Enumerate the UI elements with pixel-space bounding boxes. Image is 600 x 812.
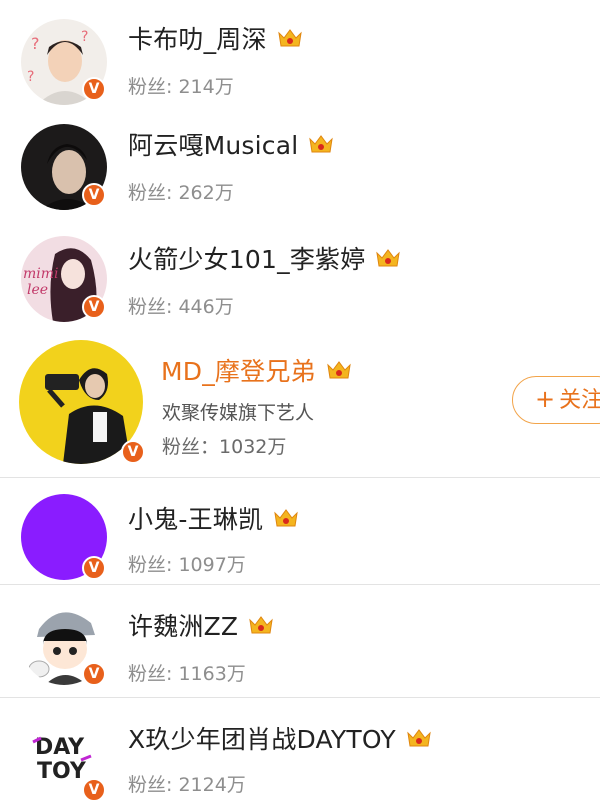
fans-label: 粉丝：: [162, 436, 220, 458]
svg-text:?: ?: [81, 29, 88, 45]
verified-badge-icon: V: [121, 440, 145, 464]
fans-value: 1097万: [178, 554, 246, 576]
user-name-text: 阿云嘎Musical: [128, 131, 299, 160]
avatar-text: TOY: [37, 759, 87, 784]
fans-count: 粉丝：1032万: [162, 432, 286, 459]
list-item[interactable]: V 阿云嘎Musical 粉丝: 262万: [0, 118, 600, 232]
fans-count: 粉丝: 214万: [128, 72, 234, 99]
plus-icon: +: [535, 385, 556, 413]
fans-count: 粉丝: 2124万: [128, 770, 246, 797]
fans-value: 2124万: [178, 774, 246, 796]
fans-value: 1032万: [219, 436, 287, 458]
crown-icon: [309, 135, 334, 153]
fans-label: 粉丝:: [128, 663, 179, 685]
verified-badge-icon: V: [82, 295, 106, 319]
user-name[interactable]: 阿云嘎Musical: [128, 126, 334, 162]
avatar-text: lee: [27, 282, 48, 298]
fans-label: 粉丝:: [128, 76, 179, 98]
user-list: ? ? ? V 卡布叻_周深 粉丝: 214万 V 阿云嘎Musical 粉丝:…: [0, 0, 600, 812]
crown-icon: [376, 249, 401, 267]
user-name[interactable]: 火箭少女101_李紫婷: [128, 240, 401, 276]
fans-count: 粉丝: 1163万: [128, 659, 246, 686]
list-item[interactable]: V 小鬼-王琳凯 粉丝: 1097万: [0, 478, 600, 584]
crown-icon: [407, 729, 431, 747]
crown-icon: [277, 29, 302, 47]
fans-count: 粉丝: 446万: [128, 292, 234, 319]
user-name-text: X玖少年团肖战DAYTOY: [128, 725, 396, 754]
fans-count: 粉丝: 1097万: [128, 550, 246, 577]
user-name[interactable]: MD_摩登兄弟: [161, 352, 352, 388]
fans-count: 粉丝: 262万: [128, 178, 234, 205]
user-name-text: 许魏洲ZZ: [128, 612, 239, 641]
svg-text:?: ?: [27, 69, 34, 85]
crown-icon: [327, 361, 351, 379]
avatar-text: mimi: [23, 266, 59, 282]
fans-label: 粉丝:: [128, 296, 179, 318]
user-description: 欢聚传媒旗下艺人: [162, 402, 315, 424]
verified-badge-icon: V: [82, 778, 106, 802]
fans-value: 214万: [178, 76, 234, 98]
fans-value: 262万: [178, 182, 234, 204]
fans-label: 粉丝:: [128, 774, 179, 796]
fans-label: 粉丝:: [128, 554, 179, 576]
crown-icon: [274, 509, 298, 527]
list-item[interactable]: V MD_摩登兄弟 欢聚传媒旗下艺人 粉丝：1032万: [0, 340, 600, 478]
fans-value: 1163万: [178, 663, 246, 685]
follow-button[interactable]: + 关注: [512, 376, 600, 424]
list-item[interactable]: V 许魏洲ZZ 粉丝: 1163万: [0, 585, 600, 697]
user-name[interactable]: 小鬼-王琳凯: [128, 500, 299, 536]
user-name[interactable]: 卡布叻_周深: [128, 20, 303, 56]
verified-badge-icon: V: [82, 77, 106, 101]
user-name[interactable]: 许魏洲ZZ: [128, 607, 274, 643]
follow-button-label: 关注: [559, 388, 600, 413]
list-item[interactable]: mimi lee V 火箭少女101_李紫婷 粉丝: 446万: [0, 232, 600, 340]
list-item[interactable]: DAY TOY V X玖少年团肖战DAYTOY 粉丝: 2124万: [0, 698, 600, 812]
verified-badge-icon: V: [82, 556, 106, 580]
avatar-text: DAY: [35, 735, 85, 760]
crown-icon: [249, 616, 273, 634]
verified-badge-icon: V: [82, 183, 106, 207]
fans-value: 446万: [178, 296, 234, 318]
user-name-text: 卡布叻_周深: [128, 25, 267, 54]
user-name-text: MD_摩登兄弟: [161, 357, 316, 386]
svg-text:?: ?: [31, 34, 40, 53]
user-name[interactable]: X玖少年团肖战DAYTOY: [128, 720, 432, 756]
verified-badge-icon: V: [82, 662, 106, 686]
user-name-text: 火箭少女101_李紫婷: [128, 245, 366, 274]
list-item[interactable]: ? ? ? V 卡布叻_周深 粉丝: 214万: [0, 0, 600, 118]
fans-label: 粉丝:: [128, 182, 179, 204]
user-name-text: 小鬼-王琳凯: [128, 505, 264, 534]
